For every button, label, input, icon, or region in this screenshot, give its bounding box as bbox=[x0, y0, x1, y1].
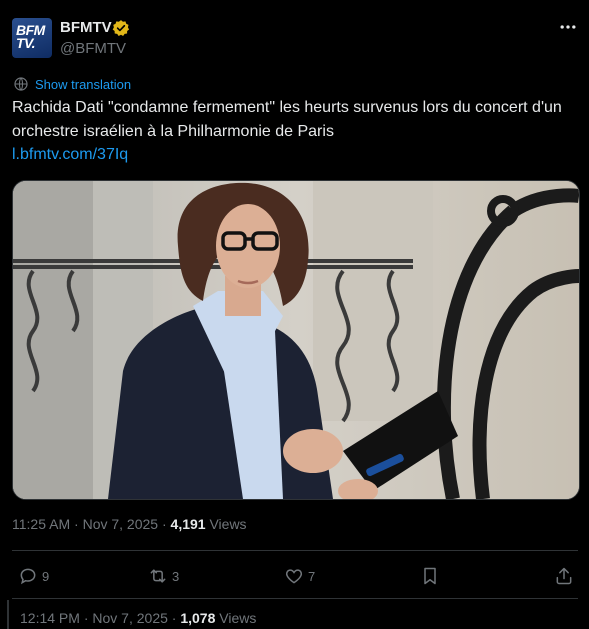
photo-illustration bbox=[13, 181, 579, 499]
like-button[interactable]: 7 bbox=[284, 560, 315, 592]
tweet-actions: 9 3 7 bbox=[12, 560, 578, 592]
divider-top bbox=[12, 550, 578, 551]
account-handle[interactable]: @BFMTV bbox=[60, 40, 126, 57]
repost-button[interactable]: 3 bbox=[148, 560, 179, 592]
share-button[interactable] bbox=[554, 560, 574, 592]
tweet-photo[interactable] bbox=[12, 180, 580, 500]
thread-rail bbox=[7, 600, 9, 629]
account-name[interactable]: BFMTV bbox=[60, 19, 112, 36]
share-icon bbox=[556, 567, 572, 585]
tweet-views-count: 4,191 bbox=[170, 516, 206, 532]
tweet-date[interactable]: Nov 7, 2025 bbox=[83, 516, 159, 532]
show-translation-button[interactable]: Show translation bbox=[13, 76, 131, 92]
like-count: 7 bbox=[308, 568, 316, 584]
reply-date[interactable]: Nov 7, 2025 bbox=[92, 610, 168, 626]
tweet-meta: 11:25 AM · Nov 7, 2025 · 4,191 Views bbox=[12, 516, 247, 532]
show-translation-label: Show translation bbox=[35, 76, 132, 92]
divider-bottom bbox=[12, 598, 578, 599]
reply-meta: 12:14 PM · Nov 7, 2025 · 1,078 Views bbox=[20, 610, 257, 626]
reply-button[interactable]: 9 bbox=[18, 560, 49, 592]
tweet-views-label: Views bbox=[209, 516, 247, 532]
more-icon[interactable] bbox=[558, 17, 580, 37]
bookmark-button[interactable] bbox=[420, 560, 440, 592]
verified-badge-icon bbox=[112, 20, 130, 36]
bookmark-icon bbox=[424, 567, 436, 585]
reply-views-count: 1,078 bbox=[180, 610, 216, 626]
repost-icon bbox=[150, 569, 166, 583]
tweet-time[interactable]: 11:25 AM bbox=[12, 516, 70, 532]
tweet-link[interactable]: l.bfmtv.com/37Iq bbox=[12, 146, 128, 164]
reply-count: 9 bbox=[42, 568, 50, 584]
translate-icon bbox=[14, 77, 28, 91]
reply-time[interactable]: 12:14 PM bbox=[20, 610, 80, 626]
reply-icon bbox=[20, 568, 36, 585]
avatar-text-line2: TV. bbox=[16, 35, 35, 51]
like-icon bbox=[285, 569, 303, 584]
avatar[interactable]: BFM TV. bbox=[12, 18, 52, 58]
reply-views-label: Views bbox=[219, 610, 257, 626]
tweet-text: Rachida Dati "condamne fermement" les he… bbox=[12, 99, 562, 140]
repost-count: 3 bbox=[172, 568, 180, 584]
